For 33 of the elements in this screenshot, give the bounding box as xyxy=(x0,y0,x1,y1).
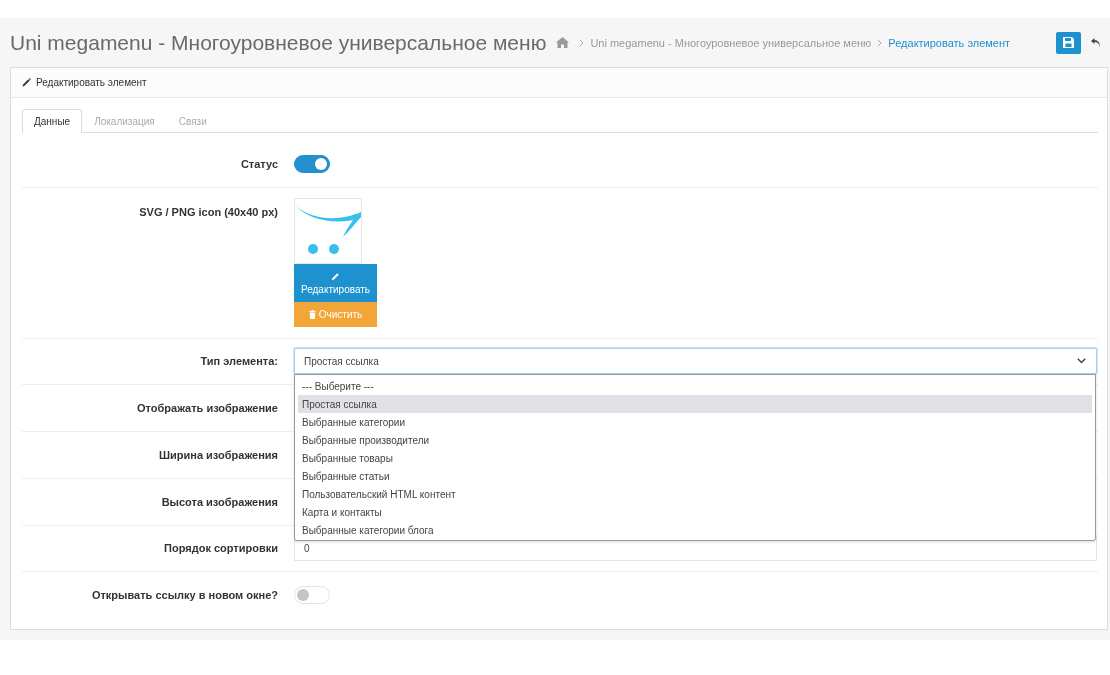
dropdown-option[interactable]: --- Выберите --- xyxy=(298,377,1092,395)
dropdown-option[interactable]: Пользовательский HTML контент xyxy=(298,485,1092,503)
chevron-right-icon xyxy=(877,38,883,47)
field-label: Ширина изображения xyxy=(157,449,278,461)
field-label: SVG / PNG icon (40x40 px) xyxy=(138,205,278,218)
dropdown-option[interactable]: Выбранные категории xyxy=(298,413,1092,431)
reply-arrow-icon xyxy=(1091,38,1100,47)
field-label: Отображать изображение xyxy=(136,402,278,414)
tab[interactable]: Данные xyxy=(22,109,83,133)
dropdown-option[interactable]: Простая ссылка xyxy=(298,395,1092,413)
panel-title: Редактировать элемент xyxy=(36,77,147,88)
chevron-right-icon xyxy=(579,38,585,47)
dropdown-option[interactable]: Выбранные товары xyxy=(298,449,1092,467)
field-label: Порядок сортировки xyxy=(163,542,278,554)
select-field[interactable]: Простая ссылка xyxy=(294,348,1097,374)
field-label: Открывать ссылку в новом окне? xyxy=(90,589,278,601)
dropdown-option[interactable]: Выбранные статьи xyxy=(298,467,1092,485)
chevron-down-icon xyxy=(1077,358,1086,364)
trash-icon xyxy=(308,310,316,319)
dropdown-option[interactable]: Выбранные производители xyxy=(298,431,1092,449)
field-label: Тип элемента: xyxy=(199,355,278,367)
toggle-switch[interactable] xyxy=(294,155,330,173)
edit-button[interactable]: Редактировать xyxy=(294,264,377,302)
back-button[interactable] xyxy=(1091,38,1100,47)
pencil-icon xyxy=(331,271,340,281)
page-title: Uni megamenu - Многоуровневое универсальное меню xyxy=(10,30,547,55)
save-button[interactable] xyxy=(1056,31,1081,54)
dropdown-option[interactable]: Карта и контакты xyxy=(298,503,1092,521)
home-icon[interactable] xyxy=(556,37,570,48)
swoosh-logo-icon xyxy=(294,198,362,264)
field-label: Статус xyxy=(239,158,278,170)
pencil-icon xyxy=(22,78,31,87)
field-label: Высота изображения xyxy=(160,496,278,508)
